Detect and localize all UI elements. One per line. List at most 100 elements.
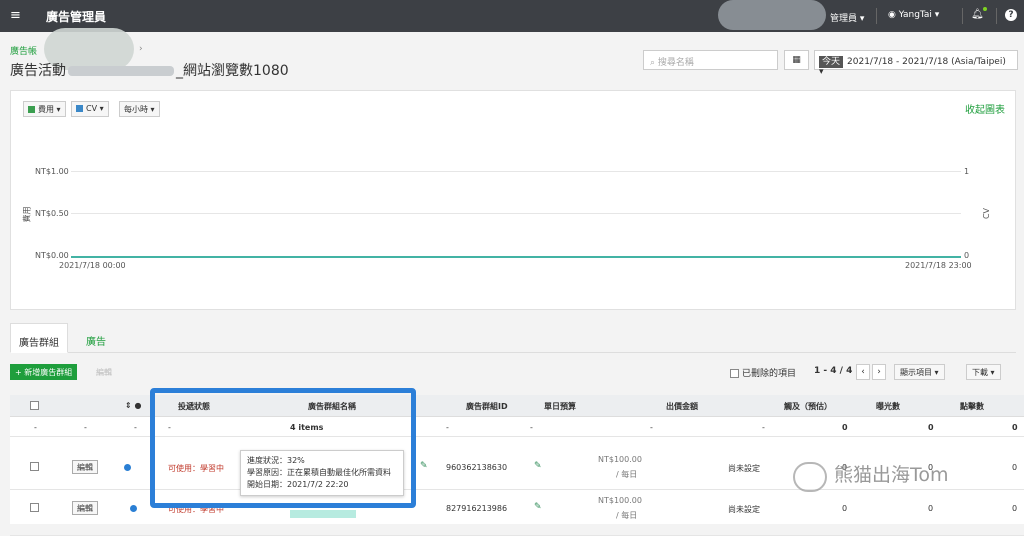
row-checkbox[interactable]	[30, 503, 39, 512]
learning-status-tooltip: 進度狀況：32% 學習原因：正在累積自動最佳化所需資料 開始日期：2021/7/…	[240, 450, 404, 496]
date-range-picker[interactable]: 今天 2021/7/18 - 2021/7/18 (Asia/Taipei) ▾	[814, 50, 1018, 77]
metric-selector-cv[interactable]: CV ▾	[71, 101, 109, 117]
y2-axis-label: CV	[982, 207, 992, 220]
plus-icon: +	[15, 368, 25, 377]
breadcrumb-arrow: ›	[139, 44, 143, 54]
row-checkbox[interactable]	[30, 462, 39, 471]
pencil-icon[interactable]: ✎	[420, 461, 428, 471]
tab-ads[interactable]: 廣告	[78, 329, 114, 352]
metric-selector-cost[interactable]: 費用 ▾	[23, 101, 66, 117]
breadcrumb[interactable]: 廣告帳	[10, 44, 37, 57]
col-impressions[interactable]: 曝光數	[876, 401, 900, 412]
pencil-icon[interactable]: ✎	[534, 461, 542, 471]
deleted-label: 已刪除的項目	[742, 369, 797, 379]
ad-group-id: 827916213986	[446, 504, 508, 513]
next-page-button[interactable]: ›	[872, 364, 886, 380]
x-tick-label: 2021/7/18 23:00	[905, 261, 972, 270]
col-daily-budget[interactable]: 單日預算	[544, 401, 576, 412]
notification-dot	[983, 7, 987, 11]
legend-swatch	[28, 106, 35, 113]
help-icon[interactable]: ?	[1005, 9, 1017, 21]
interval-selector[interactable]: 每小時 ▾	[119, 101, 160, 117]
divider	[962, 8, 963, 24]
search-icon: ⌕	[650, 58, 658, 68]
summary-clicks: 0	[1012, 423, 1018, 432]
tab-ad-groups[interactable]: 廣告群組	[10, 323, 68, 353]
metric-label: CV ▾	[86, 104, 104, 113]
ad-group-id: 960362138630	[446, 463, 508, 472]
col-clicks[interactable]: 點擊數	[960, 401, 984, 412]
blurred-region	[290, 510, 356, 518]
chart-panel: 費用 ▾ CV ▾ 每小時 ▾ 收起圖表 NT$1.00 NT$0.50 NT$…	[10, 90, 1016, 310]
wechat-icon	[793, 462, 827, 492]
blurred-region	[718, 0, 826, 30]
title-prefix: 廣告活動	[10, 63, 66, 79]
daily-budget: NT$100.00	[598, 455, 642, 464]
budget-period: / 每日	[616, 470, 638, 479]
bulk-edit-button[interactable]: 編輯	[96, 367, 112, 378]
divider	[876, 8, 877, 24]
summary-cell: -	[762, 423, 765, 432]
checkbox[interactable]	[730, 369, 739, 378]
edit-button[interactable]: 編輯	[72, 460, 98, 474]
col-ad-group-id[interactable]: 廣告群組ID	[466, 401, 508, 412]
tooltip-reason: 學習原因：正在累積自動最佳化所需資料	[247, 468, 391, 477]
search-input[interactable]: ⌕ 搜尋名稱	[643, 50, 778, 70]
bid-amount: 尚未設定	[728, 505, 760, 514]
y2-tick-label: 1	[964, 167, 970, 176]
bell-icon[interactable]: 🔔︎	[971, 9, 984, 20]
calendar-icon[interactable]: ▦	[784, 50, 809, 70]
col-bid-amount[interactable]: 出價金額	[666, 401, 698, 412]
manager-menu[interactable]: 管理員 ▾	[830, 11, 864, 24]
summary-reach: 0	[842, 423, 848, 432]
x-tick-label: 2021/7/18 00:00	[59, 261, 126, 270]
y-tick-label: NT$0.00	[35, 251, 69, 260]
gridline	[71, 171, 961, 172]
add-label: 新增廣告群組	[24, 368, 73, 377]
sort-icon[interactable]: ⇕ ●	[125, 401, 141, 410]
search-placeholder: 搜尋名稱	[657, 58, 694, 68]
date-range-text: 2021/7/18 - 2021/7/18 (Asia/Taipei) ▾	[819, 57, 1006, 77]
watermark: 熊猫出海Tom	[834, 464, 949, 486]
y-axis-label: 費用	[22, 206, 32, 223]
divider	[996, 8, 997, 24]
status-toggle[interactable]	[124, 464, 131, 471]
metric-label: 費用 ▾	[38, 105, 61, 114]
user-menu[interactable]: ◉ YangTai ▾	[888, 10, 939, 20]
tab-bar: 廣告群組 廣告	[10, 323, 1016, 353]
y2-tick-label: 0	[964, 251, 970, 260]
display-columns-button[interactable]: 顯示項目 ▾	[894, 364, 945, 380]
reach: 0	[842, 504, 848, 513]
user-name: YangTai ▾	[898, 10, 940, 20]
clicks: 0	[1012, 504, 1018, 513]
y-tick-label: NT$1.00	[35, 167, 69, 176]
collapse-chart-link[interactable]: 收起圖表	[965, 101, 1005, 116]
summary-cell: -	[650, 423, 653, 432]
col-reach[interactable]: 觸及（預估）	[784, 401, 832, 412]
legend-swatch	[76, 105, 83, 112]
select-all-checkbox[interactable]	[30, 401, 39, 410]
edit-button[interactable]: 編輯	[72, 501, 98, 515]
prev-page-button[interactable]: ‹	[856, 364, 870, 380]
summary-impressions: 0	[928, 423, 934, 432]
status-toggle[interactable]	[130, 505, 137, 512]
pencil-icon[interactable]: ✎	[534, 502, 542, 512]
page-title: 廣告活動 _網站瀏覽數1080	[10, 60, 289, 80]
impressions: 0	[928, 504, 934, 513]
series-line	[71, 256, 961, 258]
blurred-region	[68, 66, 174, 76]
hamburger-menu-icon[interactable]: ≡	[10, 8, 21, 23]
add-ad-group-button[interactable]: + 新增廣告群組	[10, 364, 78, 380]
show-deleted-checkbox[interactable]: 已刪除的項目	[730, 366, 796, 379]
budget-period: / 每日	[616, 511, 638, 520]
pagination-info: 1 - 4 / 4	[814, 366, 853, 376]
daily-budget: NT$100.00	[598, 496, 642, 505]
summary-cell: -	[530, 423, 533, 432]
download-button[interactable]: 下載 ▾	[966, 364, 1001, 380]
top-bar: ≡ 廣告管理員 管理員 ▾ ◉ YangTai ▾ 🔔︎ ?	[0, 0, 1024, 32]
summary-cell: -	[134, 423, 137, 432]
gridline	[71, 213, 961, 214]
summary-cell: -	[34, 423, 37, 432]
user-icon: ◉	[888, 10, 899, 20]
bid-amount: 尚未設定	[728, 464, 760, 473]
